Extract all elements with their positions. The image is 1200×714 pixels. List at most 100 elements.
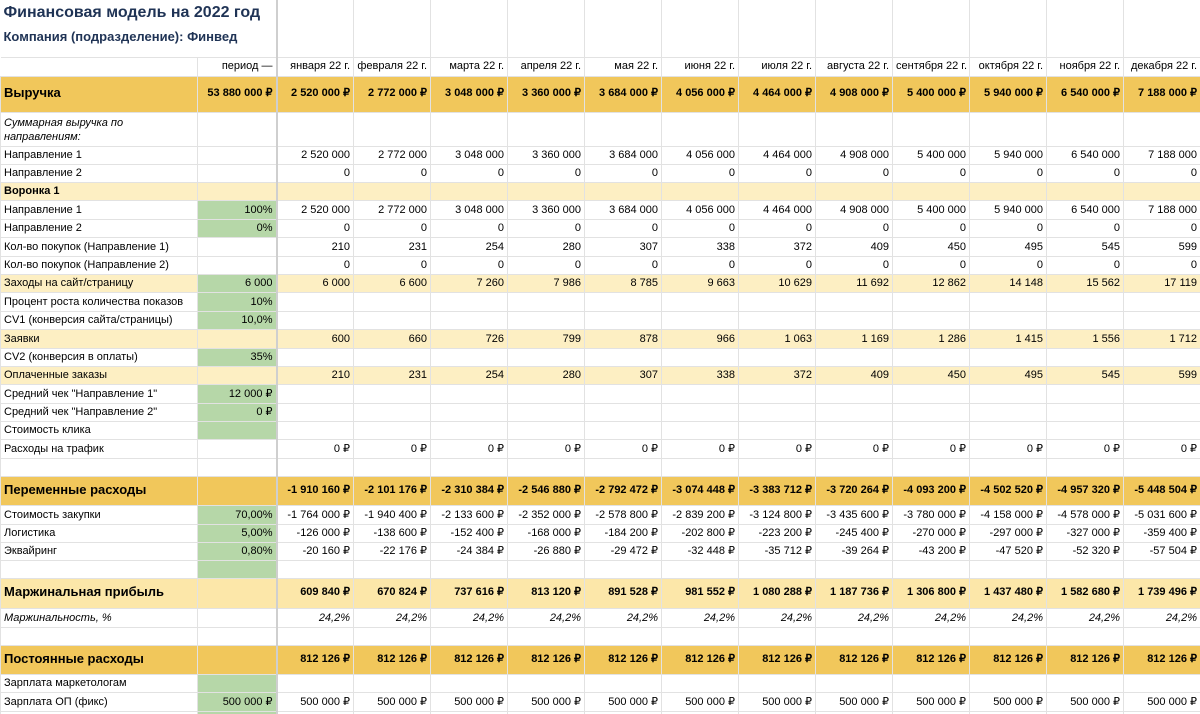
month-value-cell[interactable]: -20 160 ₽ (276, 541, 355, 561)
row-label[interactable]: Кол-во покупок (Направление 1) (0, 236, 198, 257)
row-label[interactable]: Стоимость клика (0, 420, 198, 440)
month-value-cell[interactable] (276, 673, 355, 693)
month-value-cell[interactable] (892, 402, 971, 422)
month-value-cell[interactable]: 2 772 000 (353, 145, 432, 165)
month-value-cell[interactable]: 0 (1123, 163, 1200, 183)
empty-cell[interactable] (430, 0, 509, 28)
month-value-cell[interactable]: 0 ₽ (661, 438, 740, 459)
month-value-cell[interactable]: 0 (276, 255, 355, 275)
month-value-cell[interactable] (276, 457, 355, 477)
month-value-cell[interactable]: 6 600 (353, 273, 432, 293)
month-value-cell[interactable]: 812 126 ₽ (430, 644, 509, 675)
month-value-cell[interactable]: 0 (661, 163, 740, 183)
month-value-cell[interactable]: 0 (815, 163, 894, 183)
empty-cell[interactable] (430, 28, 509, 48)
month-value-cell[interactable] (430, 673, 509, 693)
month-value-cell[interactable]: 660 (353, 328, 432, 349)
month-value-cell[interactable]: 6 000 (276, 273, 355, 293)
month-value-cell[interactable]: 545 (1046, 365, 1125, 385)
month-value-cell[interactable] (815, 111, 894, 147)
month-value-cell[interactable] (353, 181, 432, 201)
month-value-cell[interactable]: -29 472 ₽ (584, 541, 663, 561)
month-value-cell[interactable]: 495 (969, 365, 1048, 385)
month-value-cell[interactable] (584, 310, 663, 330)
period-cell[interactable]: 53 880 000 ₽ (196, 75, 278, 113)
period-cell[interactable] (196, 236, 278, 257)
row-label[interactable]: Направление 1 (0, 145, 198, 165)
empty-cell[interactable] (738, 48, 817, 57)
row-label[interactable]: Маржинальная прибыль (0, 577, 198, 609)
month-value-cell[interactable]: 372 (738, 236, 817, 257)
month-value-cell[interactable] (738, 559, 817, 579)
row-label[interactable]: Средний чек "Направление 2" (0, 402, 198, 422)
month-value-cell[interactable]: 7 188 000 ₽ (1123, 75, 1200, 113)
period-cell[interactable]: 0% (196, 218, 278, 238)
month-value-cell[interactable]: 878 (584, 328, 663, 349)
month-value-cell[interactable] (661, 347, 740, 367)
empty-cell[interactable] (584, 0, 663, 28)
empty-cell[interactable] (507, 28, 586, 48)
month-value-cell[interactable] (815, 457, 894, 477)
month-value-cell[interactable]: -4 093 200 ₽ (892, 475, 971, 506)
month-value-cell[interactable] (661, 626, 740, 646)
month-value-cell[interactable] (353, 402, 432, 422)
period-cell[interactable]: 0,80% (196, 541, 278, 561)
month-value-cell[interactable]: 254 (430, 236, 509, 257)
month-value-cell[interactable] (276, 310, 355, 330)
month-value-cell[interactable]: 6 540 000 (1046, 145, 1125, 165)
month-value-cell[interactable] (815, 383, 894, 404)
month-value-cell[interactable]: 812 126 ₽ (507, 644, 586, 675)
month-value-cell[interactable] (430, 310, 509, 330)
month-value-cell[interactable]: 812 126 ₽ (276, 644, 355, 675)
period-cell[interactable] (196, 626, 278, 646)
month-value-cell[interactable] (1123, 181, 1200, 201)
row-label[interactable]: Оплаченные заказы (0, 365, 198, 385)
empty-cell[interactable] (661, 0, 740, 28)
company-subtitle[interactable]: Компания (подразделение): Финвед (0, 28, 278, 48)
month-value-cell[interactable]: 726 (430, 328, 509, 349)
month-value-cell[interactable] (892, 420, 971, 440)
month-value-cell[interactable]: 0 (738, 163, 817, 183)
month-value-cell[interactable]: 1 187 736 ₽ (815, 577, 894, 609)
month-value-cell[interactable] (276, 347, 355, 367)
row-label[interactable]: Суммарная выручка по направлениям: (0, 111, 198, 147)
month-value-cell[interactable]: 812 126 ₽ (738, 644, 817, 675)
month-value-cell[interactable] (507, 310, 586, 330)
month-value-cell[interactable]: 599 (1123, 236, 1200, 257)
empty-cell[interactable] (507, 48, 586, 57)
period-cell[interactable]: 10,0% (196, 310, 278, 330)
month-value-cell[interactable] (738, 420, 817, 440)
month-value-cell[interactable] (507, 626, 586, 646)
period-cell[interactable]: 500 000 ₽ (196, 691, 278, 712)
month-value-cell[interactable]: -39 264 ₽ (815, 541, 894, 561)
month-value-cell[interactable]: 1 306 800 ₽ (892, 577, 971, 609)
month-value-cell[interactable]: -2 546 880 ₽ (507, 475, 586, 506)
month-value-cell[interactable] (815, 673, 894, 693)
month-value-cell[interactable]: 24,2% (969, 607, 1048, 628)
month-value-cell[interactable]: 966 (661, 328, 740, 349)
month-value-cell[interactable]: 307 (584, 365, 663, 385)
month-value-cell[interactable]: 0 (892, 218, 971, 238)
month-value-cell[interactable]: 609 840 ₽ (276, 577, 355, 609)
month-value-cell[interactable]: -2 101 176 ₽ (353, 475, 432, 506)
month-value-cell[interactable]: -5 031 600 ₽ (1123, 504, 1200, 525)
month-value-cell[interactable]: 24,2% (430, 607, 509, 628)
month-value-cell[interactable]: 500 000 ₽ (430, 691, 509, 712)
month-value-cell[interactable]: 799 (507, 328, 586, 349)
month-value-cell[interactable]: 210 (276, 236, 355, 257)
month-value-cell[interactable]: 0 (507, 163, 586, 183)
month-value-cell[interactable]: 14 148 (969, 273, 1048, 293)
row-label[interactable]: Логистика (0, 523, 198, 543)
sheet-title[interactable]: Финансовая модель на 2022 год (0, 0, 278, 28)
month-value-cell[interactable]: 338 (661, 236, 740, 257)
month-value-cell[interactable]: -3 435 600 ₽ (815, 504, 894, 525)
month-value-cell[interactable] (584, 457, 663, 477)
month-value-cell[interactable]: 254 (430, 365, 509, 385)
month-value-cell[interactable]: 5 940 000 ₽ (969, 75, 1048, 113)
month-value-cell[interactable]: -47 520 ₽ (969, 541, 1048, 561)
month-value-cell[interactable] (584, 383, 663, 404)
period-cell[interactable]: 35% (196, 347, 278, 367)
month-value-cell[interactable]: 1 582 680 ₽ (1046, 577, 1125, 609)
month-value-cell[interactable]: -24 384 ₽ (430, 541, 509, 561)
month-value-cell[interactable]: 495 (969, 236, 1048, 257)
